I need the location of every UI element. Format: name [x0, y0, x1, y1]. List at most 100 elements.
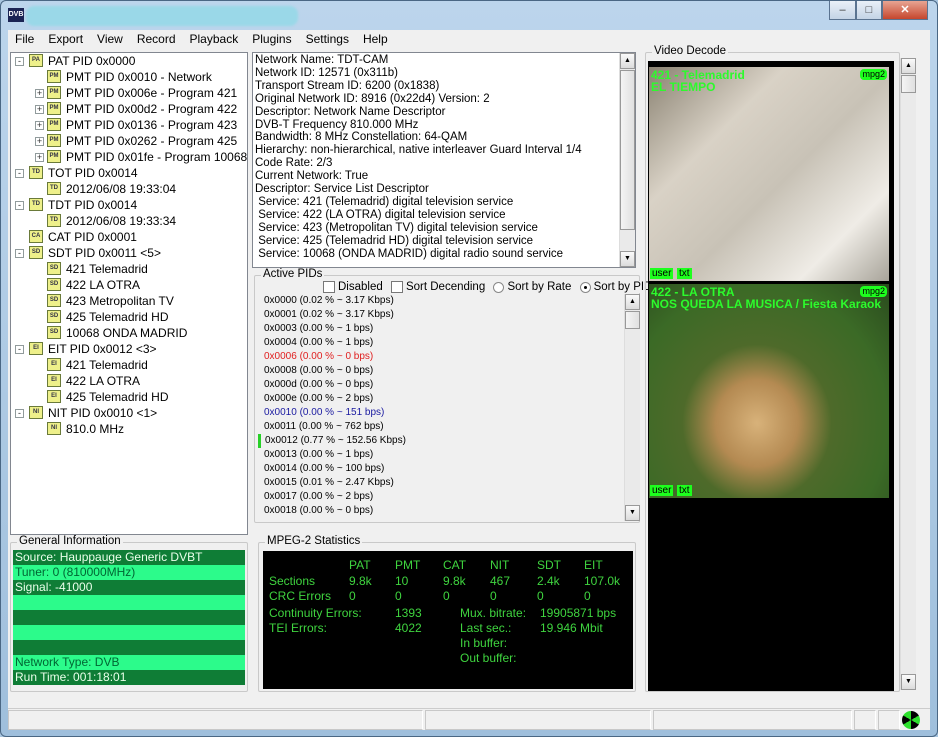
pid-item[interactable]: 0x0013 (0.00 % ~ 1 bps)	[264, 448, 624, 462]
expand-icon[interactable]: +	[35, 121, 44, 130]
tree-node[interactable]: CA CAT PID 0x0001	[11, 229, 247, 245]
tree-node[interactable]: + PM PMT PID 0x0262 - Program 425	[11, 133, 247, 149]
scroll-thumb[interactable]	[625, 311, 640, 329]
scroll-thumb[interactable]	[901, 75, 916, 93]
pid-item[interactable]: 0x000d (0.00 % ~ 0 bps)	[264, 378, 624, 392]
menu-help[interactable]: Help	[356, 30, 395, 49]
out-buffer-label: Out buffer:	[460, 651, 517, 665]
collapse-icon[interactable]: -	[15, 201, 24, 210]
minimize-button[interactable]: –	[829, 1, 856, 20]
table-pm-icon: PM	[47, 134, 61, 147]
pid-item[interactable]: 0x0004 (0.00 % ~ 1 bps)	[264, 336, 624, 350]
tree-node[interactable]: SD 425 Telemadrid HD	[11, 309, 247, 325]
mux-value: 19905871 bps	[540, 606, 617, 620]
tree-node[interactable]: SD 10068 ONDA MADRID	[11, 325, 247, 341]
collapse-icon[interactable]: -	[15, 409, 24, 418]
tree-node[interactable]: TD 2012/06/08 19:33:34	[11, 213, 247, 229]
general-info-title: General Information	[17, 535, 123, 547]
netinfo-scrollbar[interactable]: ▲ ▼	[619, 53, 635, 267]
expand-icon[interactable]: +	[35, 89, 44, 98]
pid-item[interactable]: 0x0011 (0.00 % ~ 762 bps)	[264, 420, 624, 434]
pid-item[interactable]: 0x0006 (0.00 % ~ 0 bps)	[264, 350, 624, 364]
tree-node[interactable]: SD 423 Metropolitan TV	[11, 293, 247, 309]
pid-tree[interactable]: - PA PAT PID 0x0000 PM PMT PID 0x0010 - Netw…	[10, 52, 248, 535]
pid-list-scrollbar[interactable]: ▲ ▼	[624, 294, 640, 521]
sort-descending-checkbox[interactable]: Sort Decending	[390, 281, 485, 293]
network-info-line: Code Rate: 2/3	[255, 157, 333, 170]
menu-settings[interactable]: Settings	[299, 30, 356, 49]
disabled-checkbox[interactable]: Disabled	[323, 281, 383, 293]
tree-node[interactable]: + PM PMT PID 0x006e - Program 421	[11, 85, 247, 101]
pid-list[interactable]: 0x0000 (0.02 % ~ 3.17 Kbps) 0x0001 (0.02 …	[258, 294, 624, 521]
network-info-line: Service: 10068 (ONDA MADRID) digital rad…	[255, 247, 564, 260]
tree-node[interactable]: PM PMT PID 0x0010 - Network	[11, 69, 247, 85]
tree-node[interactable]: + PM PMT PID 0x0136 - Program 423	[11, 117, 247, 133]
close-button[interactable]: ✕	[882, 1, 928, 20]
scroll-down-icon[interactable]: ▼	[620, 251, 635, 267]
txt-badge[interactable]: txt	[677, 485, 692, 496]
sort-by-rate-radio[interactable]: Sort by Rate	[493, 281, 571, 293]
tree-node[interactable]: + PM PMT PID 0x00d2 - Program 422	[11, 101, 247, 117]
network-info-line: DVB-T Frequency 810.000 MHz	[255, 118, 419, 131]
tei-label: TEI Errors:	[269, 621, 328, 635]
network-info-line: Descriptor: Network Name Descriptor	[255, 105, 446, 118]
sort-by-pid-radio[interactable]: Sort by PID	[579, 281, 652, 293]
table-sd-icon: SD	[47, 262, 61, 275]
pid-item[interactable]: 0x0001 (0.02 % ~ 3.17 Kbps)	[264, 308, 624, 322]
pid-item[interactable]: 0x0008 (0.00 % ~ 0 bps)	[264, 364, 624, 378]
tree-node[interactable]: - TD TOT PID 0x0014	[11, 165, 247, 181]
tree-node[interactable]: EI 425 Telemadrid HD	[11, 389, 247, 405]
pid-item[interactable]: 0x0000 (0.02 % ~ 3.17 Kbps)	[264, 294, 624, 308]
pid-item[interactable]: 0x0012 (0.77 % ~ 152.56 Kbps)	[258, 434, 624, 448]
scroll-up-icon[interactable]: ▲	[620, 53, 635, 69]
menu-record[interactable]: Record	[130, 30, 183, 49]
user-badge[interactable]: user	[650, 485, 674, 496]
menu-playback[interactable]: Playback	[183, 30, 246, 49]
user-badge[interactable]: user	[650, 268, 674, 279]
video-scrollbar[interactable]: ▲ ▼	[900, 58, 916, 690]
scroll-up-icon[interactable]: ▲	[625, 294, 640, 310]
tree-node[interactable]: - NI NIT PID 0x0010 <1>	[11, 405, 247, 421]
pid-item[interactable]: 0x000e (0.00 % ~ 2 bps)	[264, 392, 624, 406]
pid-item[interactable]: 0x0015 (0.01 % ~ 2.47 Kbps)	[264, 476, 624, 490]
txt-badge[interactable]: txt	[677, 268, 692, 279]
expand-icon[interactable]: +	[35, 137, 44, 146]
tree-node[interactable]: - SD SDT PID 0x0011 <5>	[11, 245, 247, 261]
pid-item[interactable]: 0x0003 (0.00 % ~ 1 bps)	[264, 322, 624, 336]
scroll-thumb[interactable]	[620, 70, 635, 230]
collapse-icon[interactable]: -	[15, 169, 24, 178]
tree-node-label: PMT PID 0x01fe - Program 10068	[66, 150, 248, 164]
scroll-down-icon[interactable]: ▼	[625, 505, 640, 521]
tree-node[interactable]: NI 810.0 MHz	[11, 421, 247, 437]
tree-node[interactable]: - PA PAT PID 0x0000	[11, 53, 247, 69]
scroll-up-icon[interactable]: ▲	[901, 58, 916, 74]
pid-item[interactable]: 0x0010 (0.00 % ~ 151 bps)	[264, 406, 624, 420]
pid-item[interactable]: 0x0018 (0.00 % ~ 0 bps)	[264, 504, 624, 518]
tree-node[interactable]: + PM PMT PID 0x01fe - Program 10068	[11, 149, 247, 165]
tree-node[interactable]: SD 421 Telemadrid	[11, 261, 247, 277]
expand-icon[interactable]: +	[35, 105, 44, 114]
collapse-icon[interactable]: -	[15, 57, 24, 66]
pid-item[interactable]: 0x0014 (0.00 % ~ 100 bps)	[264, 462, 624, 476]
video-stream-2[interactable]: 422 - LA OTRA NOS QUEDA LA MUSICA / Fies…	[649, 284, 889, 498]
menu-plugins[interactable]: Plugins	[245, 30, 298, 49]
tree-node[interactable]: EI 421 Telemadrid	[11, 357, 247, 373]
collapse-icon[interactable]: -	[15, 249, 24, 258]
scroll-down-icon[interactable]: ▼	[901, 674, 916, 690]
collapse-icon[interactable]: -	[15, 345, 24, 354]
maximize-button[interactable]: □	[856, 1, 882, 20]
video-stream-1[interactable]: 421 - Telemadrid EL TIEMPO mpg2 user txt	[649, 67, 889, 281]
tree-node[interactable]: - TD TDT PID 0x0014	[11, 197, 247, 213]
menu-file[interactable]: File	[8, 30, 41, 49]
pid-item[interactable]: 0x0017 (0.00 % ~ 2 bps)	[264, 490, 624, 504]
menu-export[interactable]: Export	[41, 30, 90, 49]
tree-node[interactable]: EI 422 LA OTRA	[11, 373, 247, 389]
table-ei-icon: EI	[29, 342, 43, 355]
crc-label: CRC Errors	[269, 589, 331, 603]
table-pm-icon: PM	[47, 150, 61, 163]
tree-node[interactable]: TD 2012/06/08 19:33:04	[11, 181, 247, 197]
tree-node[interactable]: - EI EIT PID 0x0012 <3>	[11, 341, 247, 357]
expand-icon[interactable]: +	[35, 153, 44, 162]
menu-view[interactable]: View	[90, 30, 130, 49]
tree-node[interactable]: SD 422 LA OTRA	[11, 277, 247, 293]
